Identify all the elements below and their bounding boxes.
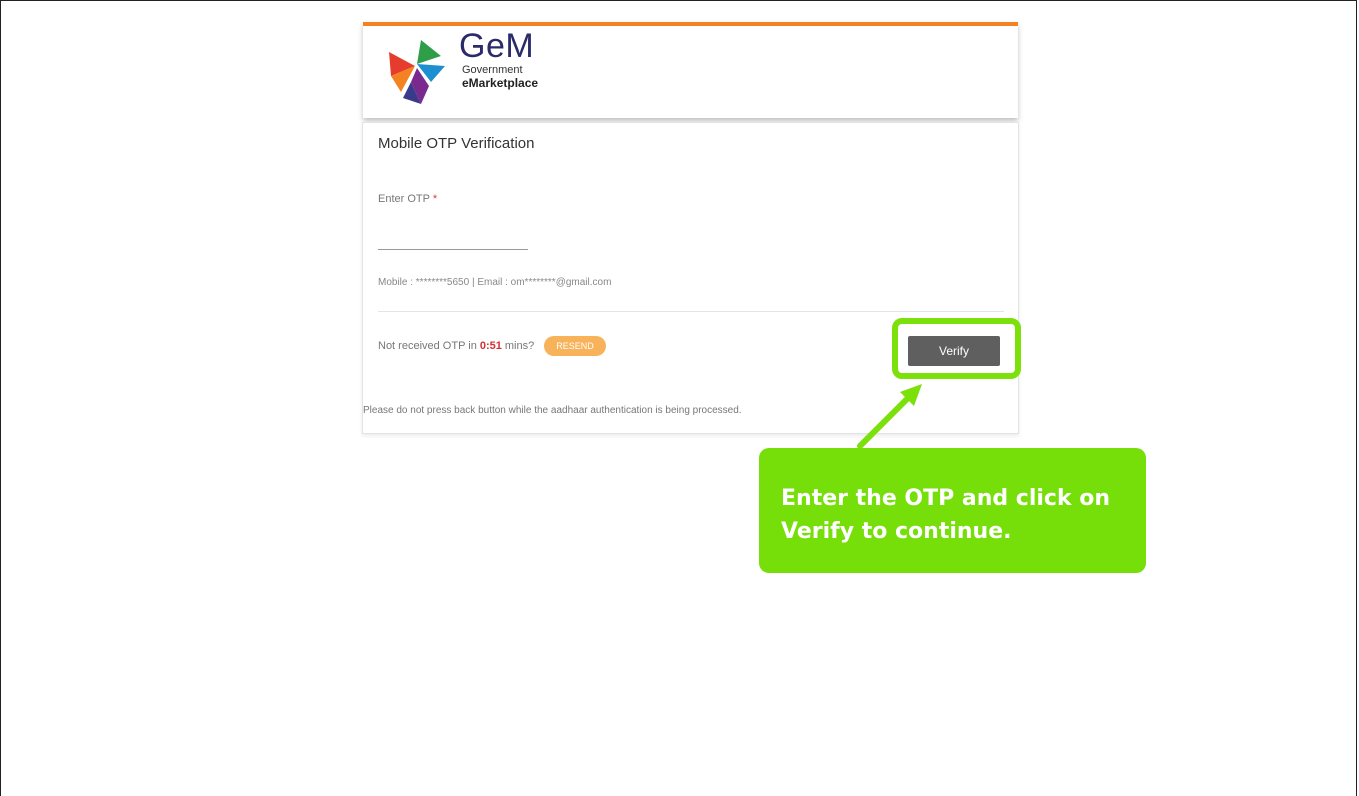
pointer-arrow-icon bbox=[857, 384, 922, 449]
mins-text: mins? bbox=[504, 340, 535, 352]
processing-notice: Please do not press back button while th… bbox=[363, 405, 742, 416]
required-mark: * bbox=[432, 193, 438, 205]
divider bbox=[378, 311, 1004, 312]
logo-text: GeM Government eMarketplace bbox=[459, 28, 538, 90]
not-received-text: Not received OTP in bbox=[378, 340, 477, 352]
header-card: GeM Government eMarketplace bbox=[363, 22, 1018, 118]
contact-info: Mobile : ********5650 | Email : om******… bbox=[378, 277, 612, 288]
resend-row: Not received OTP in 0:51 mins? RESEND bbox=[378, 336, 606, 356]
logo-gem: GeM bbox=[459, 27, 535, 65]
otp-label: Enter OTP * bbox=[378, 193, 437, 205]
resend-button[interactable]: RESEND bbox=[544, 336, 606, 356]
otp-input[interactable] bbox=[378, 227, 528, 250]
otp-label-text: Enter OTP bbox=[378, 193, 430, 205]
instruction-callout: Enter the OTP and click on Verify to con… bbox=[759, 448, 1146, 573]
logo-government: Government bbox=[462, 64, 523, 76]
otp-timer: 0:51 bbox=[479, 340, 502, 352]
gem-logo-icon bbox=[389, 40, 445, 104]
logo-emarketplace: eMarketplace bbox=[462, 76, 539, 90]
verify-highlight bbox=[892, 318, 1021, 379]
form-title: Mobile OTP Verification bbox=[378, 135, 535, 152]
